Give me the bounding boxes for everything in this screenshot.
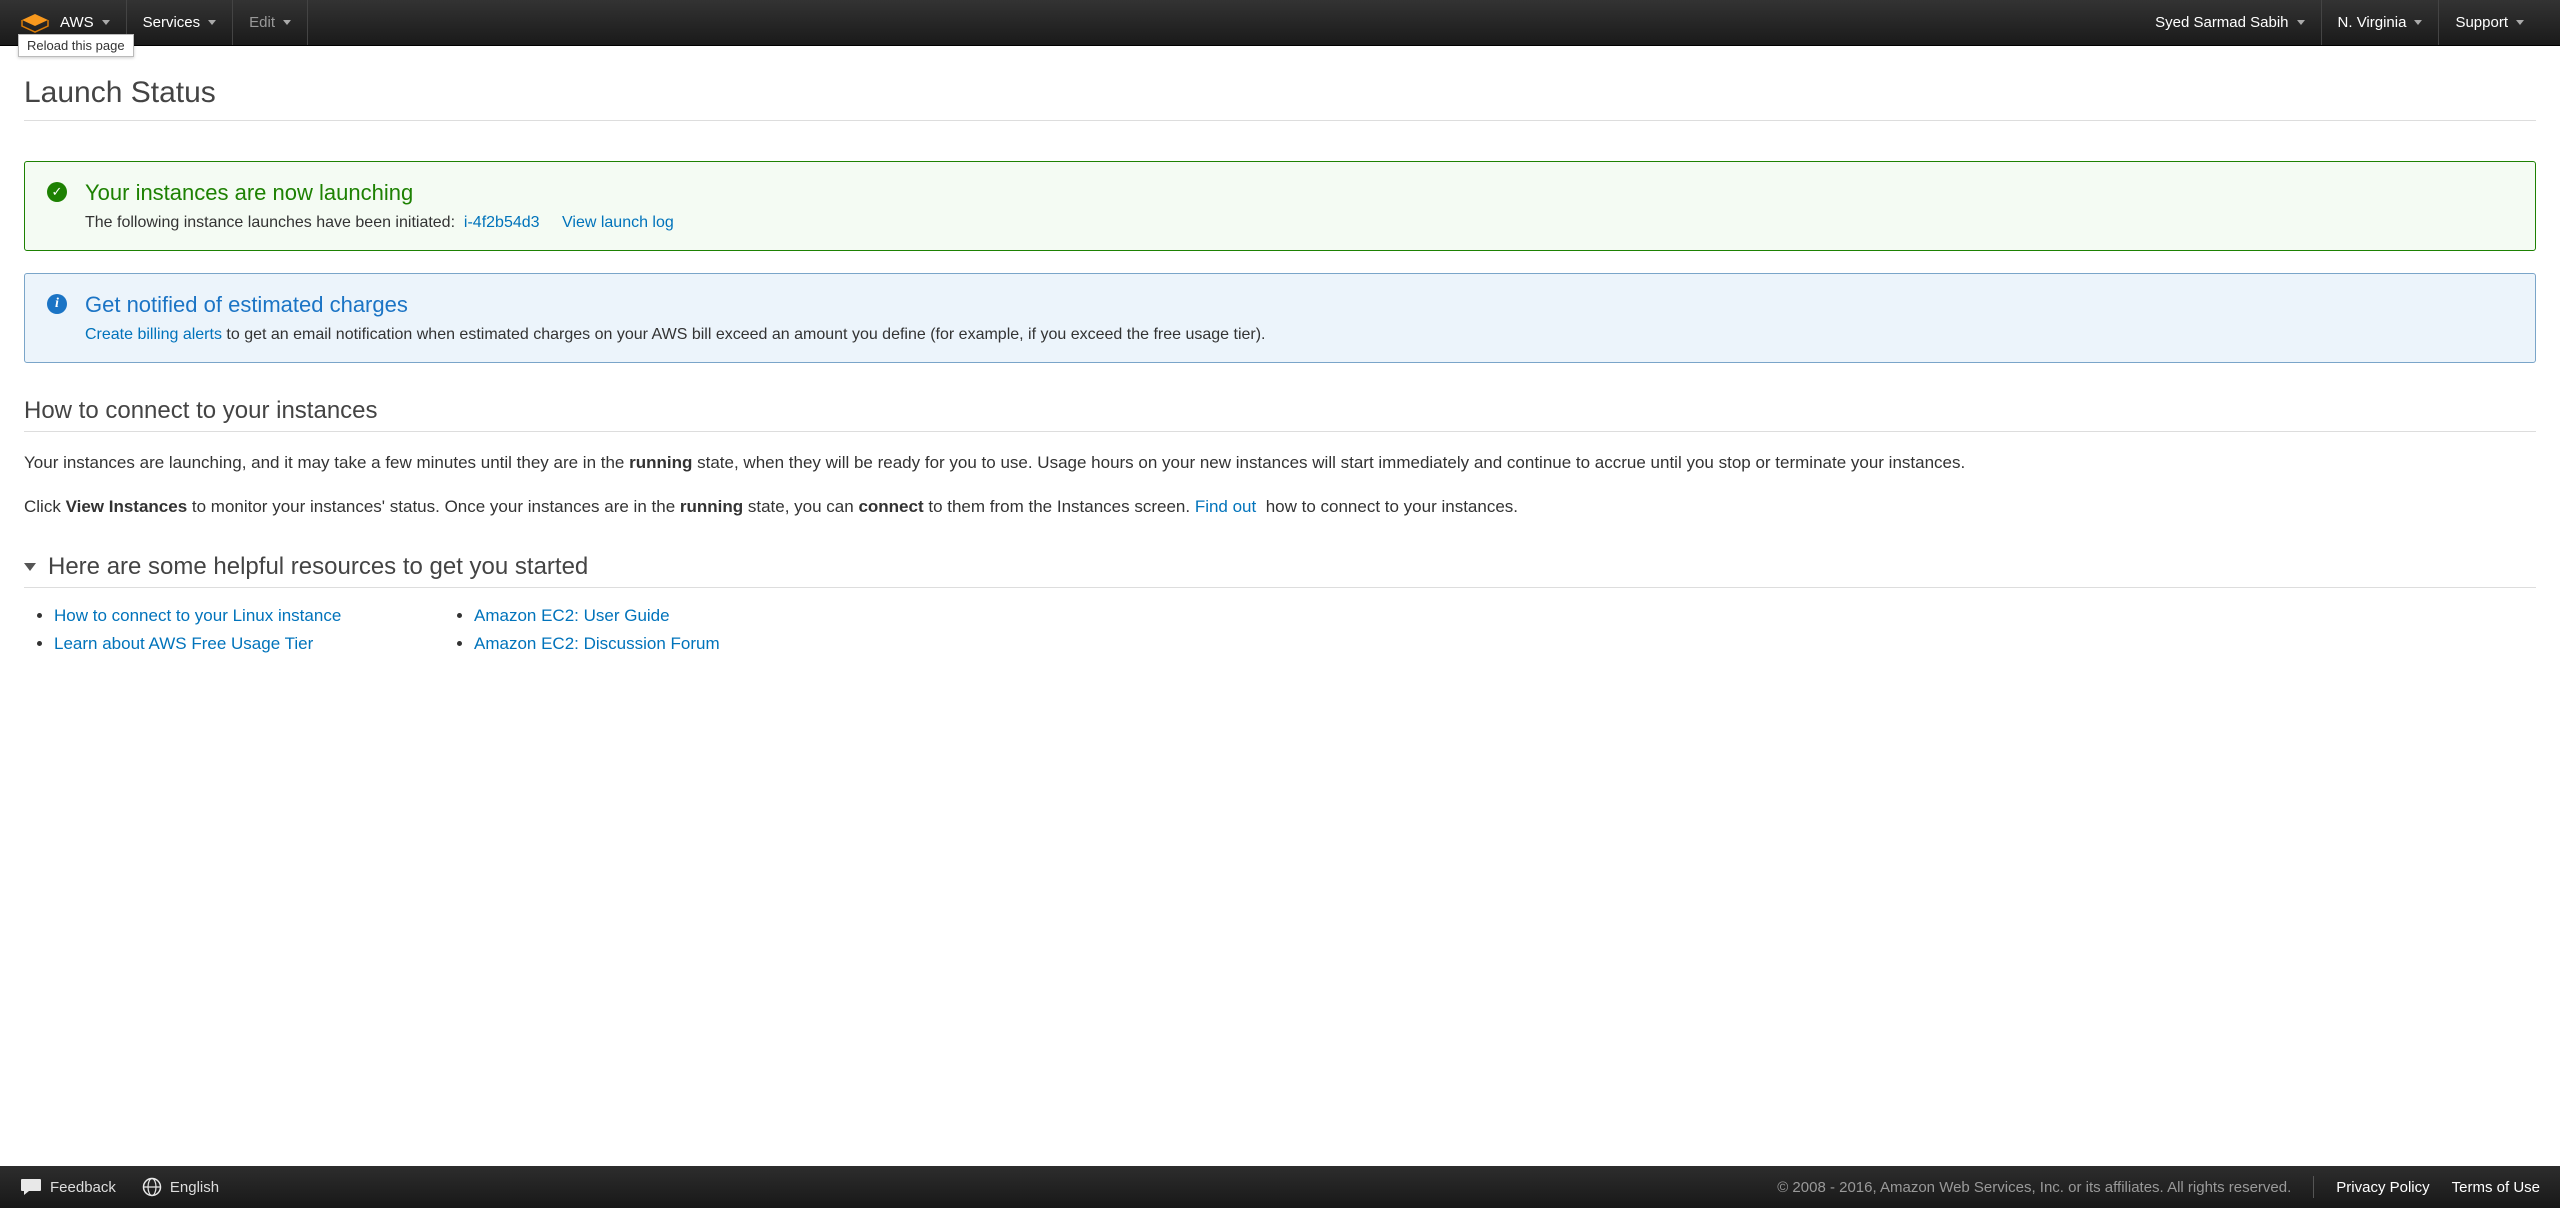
create-billing-alerts-link[interactable]: Create billing alerts xyxy=(85,326,222,343)
notify-body: Create billing alerts to get an email no… xyxy=(85,326,2513,344)
launch-success-alert: ✓ Your instances are now launching The f… xyxy=(24,161,2536,251)
text-bold: View Instances xyxy=(66,497,188,516)
text: state, when they will be ready for you t… xyxy=(692,453,1965,472)
page-title: Launch Status xyxy=(24,76,2536,121)
account-menu[interactable]: Syed Sarmad Sabih xyxy=(2155,0,2321,45)
resources-list: How to connect to your Linux instance Le… xyxy=(24,602,2536,658)
caret-down-icon xyxy=(102,20,110,25)
text: state, you can xyxy=(743,497,858,516)
support-menu[interactable]: Support xyxy=(2439,0,2540,45)
speech-bubble-icon xyxy=(20,1178,42,1196)
instance-id-link[interactable]: i-4f2b54d3 xyxy=(464,214,540,231)
feedback-label: Feedback xyxy=(50,1179,116,1196)
language-selector[interactable]: English xyxy=(142,1177,219,1197)
region-label: N. Virginia xyxy=(2338,14,2407,31)
edit-menu[interactable]: Edit xyxy=(233,0,308,45)
privacy-policy-link[interactable]: Privacy Policy xyxy=(2336,1179,2429,1196)
language-label: English xyxy=(170,1179,219,1196)
find-out-link[interactable]: Find out xyxy=(1195,497,1256,516)
text: Click xyxy=(24,497,66,516)
region-menu[interactable]: N. Virginia xyxy=(2322,0,2440,45)
text: Your instances are launching, and it may… xyxy=(24,453,629,472)
text: to them from the Instances screen. xyxy=(924,497,1195,516)
top-nav: Reload this page AWS Services Edit Syed … xyxy=(0,0,2560,46)
resource-link[interactable]: Amazon EC2: Discussion Forum xyxy=(474,634,720,653)
check-circle-icon: ✓ xyxy=(47,182,67,202)
text: to monitor your instances' status. Once … xyxy=(187,497,680,516)
list-item: Learn about AWS Free Usage Tier xyxy=(54,630,444,658)
reload-tooltip: Reload this page xyxy=(18,34,134,57)
triangle-down-icon xyxy=(24,563,36,571)
account-label: Syed Sarmad Sabih xyxy=(2155,14,2288,31)
billing-notify-alert: i Get notified of estimated charges Crea… xyxy=(24,273,2536,363)
aws-logo-icon xyxy=(20,12,50,34)
feedback-link[interactable]: Feedback xyxy=(20,1178,116,1196)
text-bold: running xyxy=(680,497,743,516)
connect-paragraph-2: Click View Instances to monitor your ins… xyxy=(24,494,2536,520)
copyright: © 2008 - 2016, Amazon Web Services, Inc.… xyxy=(1777,1179,2291,1196)
edit-label: Edit xyxy=(249,14,275,31)
connect-paragraph-1: Your instances are launching, and it may… xyxy=(24,450,2536,476)
list-item: Amazon EC2: User Guide xyxy=(474,602,864,630)
footer: Feedback English © 2008 - 2016, Amazon W… xyxy=(0,1166,2560,1208)
success-body: The following instance launches have bee… xyxy=(85,214,2513,232)
main-content: Launch Status ✓ Your instances are now l… xyxy=(0,46,2560,688)
list-item: Amazon EC2: Discussion Forum xyxy=(474,630,864,658)
services-label: Services xyxy=(143,14,201,31)
list-item: How to connect to your Linux instance xyxy=(54,602,444,630)
notify-rest: to get an email notification when estima… xyxy=(222,326,1266,343)
divider xyxy=(2313,1176,2314,1198)
success-title: Your instances are now launching xyxy=(85,180,2513,206)
info-circle-icon: i xyxy=(47,294,67,314)
text: how to connect to your instances. xyxy=(1261,497,1518,516)
resource-link[interactable]: Amazon EC2: User Guide xyxy=(474,606,670,625)
view-launch-log-link[interactable]: View launch log xyxy=(562,214,674,231)
caret-down-icon xyxy=(2297,20,2305,25)
resource-link[interactable]: Learn about AWS Free Usage Tier xyxy=(54,634,313,653)
support-label: Support xyxy=(2455,14,2508,31)
caret-down-icon xyxy=(2414,20,2422,25)
success-lead: The following instance launches have bee… xyxy=(85,214,455,231)
caret-down-icon xyxy=(208,20,216,25)
aws-label: AWS xyxy=(60,14,94,31)
caret-down-icon xyxy=(283,20,291,25)
notify-title: Get notified of estimated charges xyxy=(85,292,2513,318)
text-bold: running xyxy=(629,453,692,472)
services-menu[interactable]: Services xyxy=(127,0,234,45)
globe-icon xyxy=(142,1177,162,1197)
resource-link[interactable]: How to connect to your Linux instance xyxy=(54,606,341,625)
resources-heading: Here are some helpful resources to get y… xyxy=(48,553,588,581)
terms-of-use-link[interactable]: Terms of Use xyxy=(2452,1179,2540,1196)
caret-down-icon xyxy=(2516,20,2524,25)
text-bold: connect xyxy=(858,497,923,516)
resources-toggle[interactable]: Here are some helpful resources to get y… xyxy=(24,553,2536,588)
connect-heading: How to connect to your instances xyxy=(24,397,2536,432)
